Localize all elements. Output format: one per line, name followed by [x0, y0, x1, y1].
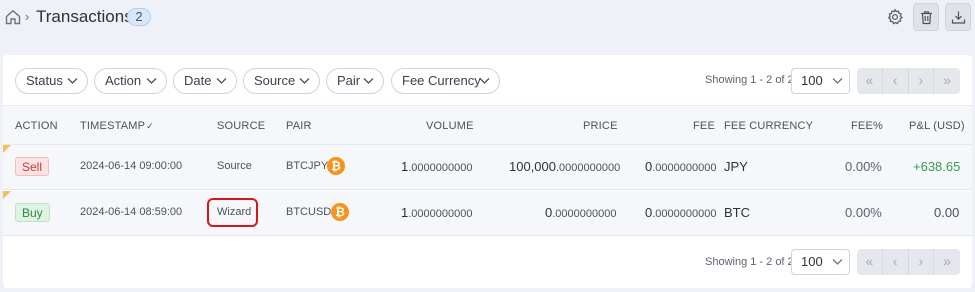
- filter-label: Date: [184, 73, 212, 88]
- pagination-summary: Showing 1 - 2 of 2: [705, 74, 794, 86]
- action-badge-buy: Buy: [15, 203, 50, 222]
- filter-action[interactable]: Action: [94, 68, 167, 94]
- column-header-source[interactable]: SOURCE: [217, 120, 265, 132]
- filter-label: Status: [26, 73, 63, 88]
- filter-label: Source: [254, 73, 296, 88]
- gear-icon[interactable]: [886, 8, 904, 26]
- home-icon[interactable]: [4, 8, 22, 26]
- row-marker: [3, 145, 11, 153]
- table-row[interactable]: Sell 2024-06-14 09:00:00 Source BTCJPY ₿…: [3, 145, 972, 190]
- action-badge-sell: Sell: [15, 157, 50, 176]
- pagination-controls: « ‹ › »: [857, 249, 960, 275]
- last-page-button[interactable]: »: [934, 68, 960, 94]
- fee-cell: 0.0000000000: [645, 159, 716, 174]
- fee-decimal: .0000000000: [652, 162, 717, 174]
- delete-button[interactable]: [913, 3, 939, 31]
- price-cell: 0.0000000000: [545, 205, 616, 220]
- sort-indicator-icon: ✓: [146, 121, 154, 131]
- fee-pct-cell: 0.00%: [845, 159, 882, 174]
- filter-status[interactable]: Status: [15, 68, 88, 94]
- first-page-button[interactable]: «: [857, 249, 883, 275]
- column-header-timestamp[interactable]: TIMESTAMP✓: [80, 120, 154, 132]
- price-decimal: .0000000000: [556, 162, 621, 174]
- per-page-value: 100: [801, 254, 823, 269]
- volume-decimal: .0000000000: [408, 162, 473, 174]
- chevron-down-icon: [479, 78, 490, 84]
- per-page-select[interactable]: 100: [791, 68, 850, 94]
- chevron-down-icon: [67, 78, 78, 84]
- chevron-down-icon: [146, 78, 157, 84]
- source-cell: Source: [217, 160, 252, 172]
- column-header-volume[interactable]: VOLUME: [426, 120, 474, 132]
- price-integer: 100,000: [509, 159, 556, 174]
- filter-label: Pair: [337, 73, 361, 88]
- top-bar: › Transactions 2: [0, 0, 975, 36]
- price-decimal: .0000000000: [552, 208, 617, 220]
- transactions-card: Status Action Date Source Pair Fee Curre…: [3, 55, 972, 288]
- chevron-down-icon: [832, 259, 843, 265]
- filter-date[interactable]: Date: [173, 68, 237, 94]
- pnl-cell: 0.00: [934, 205, 960, 220]
- trash-icon: [921, 11, 932, 25]
- row-marker: [3, 191, 11, 199]
- pagination-summary: Showing 1 - 2 of 2: [705, 256, 794, 268]
- transaction-count-badge: 2: [127, 8, 151, 26]
- next-page-button[interactable]: ›: [908, 68, 935, 94]
- pair-cell: BTCJPY: [286, 160, 329, 172]
- chevron-down-icon: [216, 78, 227, 84]
- per-page-select[interactable]: 100: [791, 249, 850, 275]
- table-header: ACTION TIMESTAMP✓ SOURCE PAIR VOLUME PRI…: [3, 105, 972, 145]
- column-header-price[interactable]: PRICE: [583, 120, 618, 132]
- last-page-button[interactable]: »: [934, 249, 960, 275]
- fee-currency-cell: JPY: [724, 159, 748, 174]
- filter-label: Action: [105, 73, 142, 88]
- highlight-outline: [207, 198, 258, 227]
- pagination-controls: « ‹ › »: [857, 68, 960, 94]
- pnl-cell: +638.65: [913, 159, 961, 174]
- column-header-fee-currency[interactable]: FEE CURRENCY: [724, 120, 813, 132]
- volume-cell: 1.0000000000: [401, 159, 472, 174]
- column-header-pair[interactable]: PAIR: [286, 120, 312, 132]
- download-button[interactable]: [945, 3, 971, 31]
- column-header-fee[interactable]: FEE: [693, 120, 715, 132]
- chevron-down-icon: [832, 78, 843, 84]
- timestamp-cell: 2024-06-14 09:00:00: [80, 160, 183, 172]
- per-page-value: 100: [801, 73, 823, 88]
- table-row[interactable]: Buy 2024-06-14 08:59:00 Wizard BTCUSD ₿ …: [3, 191, 972, 236]
- fee-pct-cell: 0.00%: [845, 205, 882, 220]
- bitcoin-icon: ₿: [331, 203, 349, 221]
- filter-fee-currency[interactable]: Fee Currency: [391, 68, 500, 94]
- page-title: Transactions: [36, 7, 133, 26]
- first-page-button[interactable]: «: [857, 68, 883, 94]
- pair-cell: BTCUSD: [286, 206, 332, 218]
- filter-pair[interactable]: Pair: [326, 68, 384, 94]
- download-icon: [951, 11, 966, 24]
- volume-decimal: .0000000000: [408, 208, 473, 220]
- fee-currency-cell: BTC: [724, 205, 750, 220]
- chevron-down-icon: [299, 78, 310, 84]
- column-header-pnl[interactable]: P&L (USD): [909, 120, 965, 132]
- fee-cell: 0.0000000000: [645, 205, 716, 220]
- bitcoin-icon: ₿: [327, 157, 345, 175]
- column-header-fee-pct[interactable]: FEE%: [851, 120, 883, 132]
- prev-page-button[interactable]: ‹: [882, 249, 909, 275]
- filter-source[interactable]: Source: [243, 68, 320, 94]
- breadcrumb-separator: ›: [25, 9, 30, 24]
- next-page-button[interactable]: ›: [908, 249, 935, 275]
- fee-decimal: .0000000000: [652, 208, 717, 220]
- price-cell: 100,000.0000000000: [509, 159, 620, 174]
- volume-cell: 1.0000000000: [401, 205, 472, 220]
- column-label: TIMESTAMP: [80, 120, 146, 132]
- prev-page-button[interactable]: ‹: [882, 68, 909, 94]
- chevron-down-icon: [363, 78, 374, 84]
- filter-label: Fee Currency: [402, 73, 481, 88]
- column-header-action[interactable]: ACTION: [15, 120, 58, 132]
- timestamp-cell: 2024-06-14 08:59:00: [80, 206, 183, 218]
